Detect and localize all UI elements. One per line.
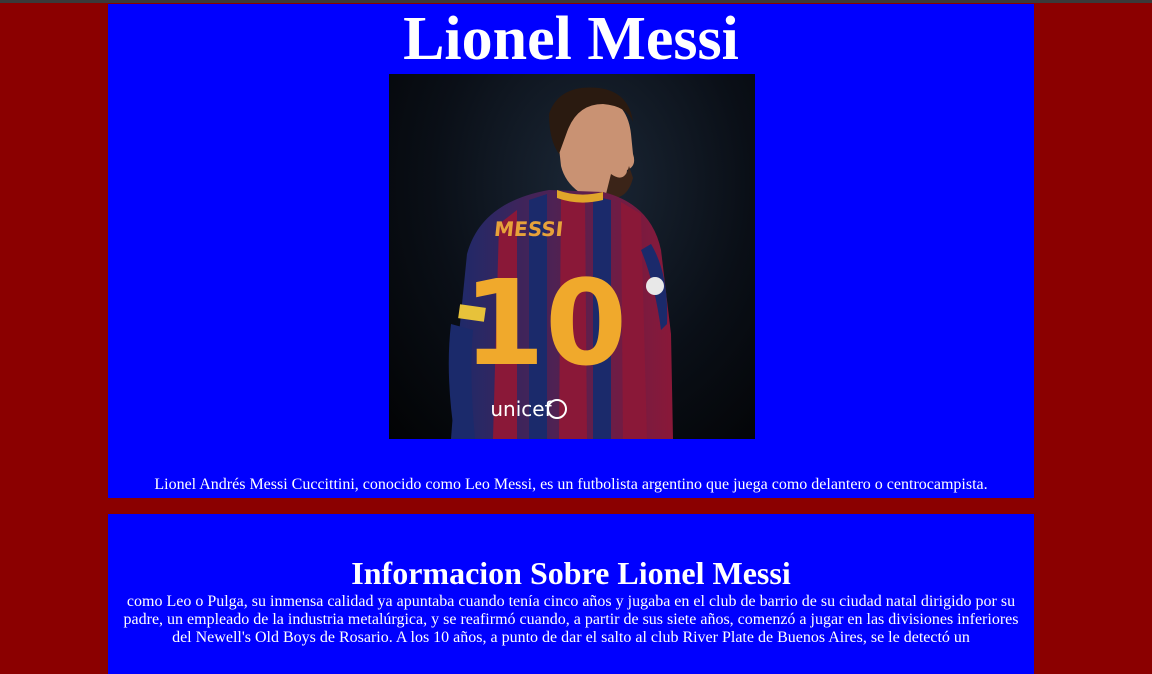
shirt-number: 10: [463, 254, 627, 392]
window-top-border: [0, 0, 1152, 3]
info-text: como Leo o Pulga, su inmensa calidad ya …: [123, 593, 1019, 646]
shirt-name: MESSI: [493, 217, 564, 241]
hero-card: Lionel Messi MESSI 10 unicef Lionel Andr…: [108, 4, 1034, 498]
info-heading: Informacion Sobre Lionel Messi: [351, 555, 791, 591]
intro-text: Lionel Andrés Messi Cuccittini, conocido…: [154, 476, 988, 493]
messi-photo-illustration: MESSI 10 unicef: [448, 87, 673, 439]
info-card: Informacion Sobre Lionel Messi como Leo …: [108, 514, 1034, 674]
page-title: Lionel Messi: [403, 5, 739, 73]
messi-photo: MESSI 10 unicef: [389, 74, 755, 439]
sponsor-logo: unicef: [490, 397, 552, 421]
